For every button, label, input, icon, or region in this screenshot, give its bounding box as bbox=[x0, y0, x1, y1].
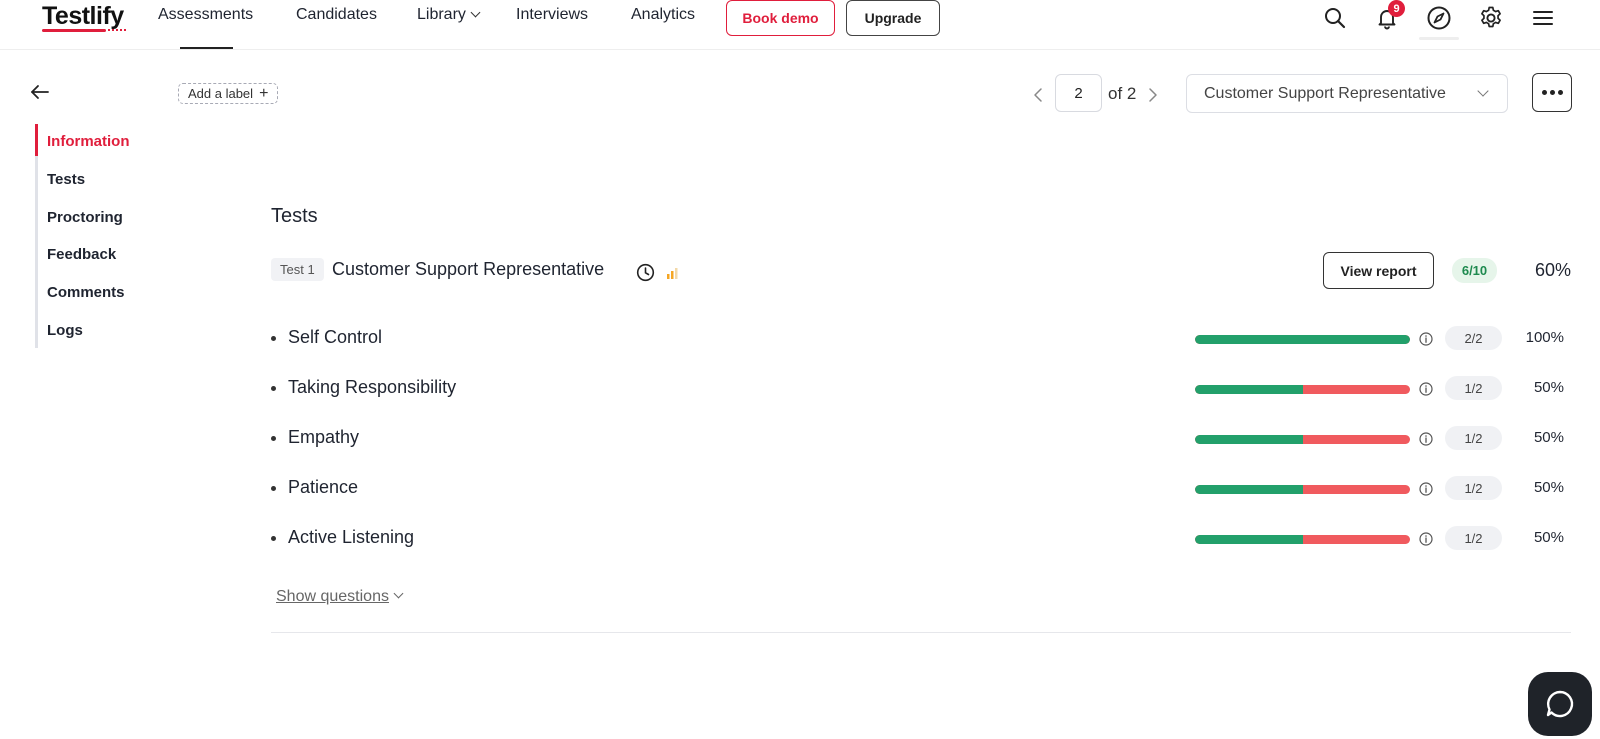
nav-analytics[interactable]: Analytics bbox=[631, 6, 695, 24]
tests-section-title: Tests bbox=[271, 205, 318, 227]
sidebar-item-logs[interactable]: Logs bbox=[47, 322, 83, 339]
assessment-select-dropdown[interactable]: Customer Support Representative bbox=[1186, 74, 1508, 113]
skill-score-bar bbox=[1195, 335, 1410, 344]
skill-percent: 50% bbox=[1533, 429, 1564, 446]
skill-row: Taking Responsibility 1/2 50% bbox=[271, 374, 1571, 404]
dot-icon bbox=[1541, 90, 1547, 95]
skill-score-bar bbox=[1195, 435, 1410, 444]
info-icon[interactable] bbox=[1419, 432, 1433, 446]
sidenav-track bbox=[35, 124, 38, 348]
skill-name: Taking Responsibility bbox=[288, 377, 457, 397]
info-icon[interactable] bbox=[1419, 532, 1433, 546]
clock-icon bbox=[636, 263, 655, 282]
section-divider bbox=[271, 632, 1571, 633]
back-arrow-icon[interactable] bbox=[28, 80, 52, 104]
skill-name: Active Listening bbox=[288, 527, 415, 547]
skill-percent: 100% bbox=[1525, 329, 1564, 346]
nav-candidates[interactable]: Candidates bbox=[296, 6, 377, 24]
info-icon[interactable] bbox=[1419, 382, 1433, 396]
pager-total-label: of 2 bbox=[1108, 84, 1137, 103]
skill-score-bar-fill bbox=[1195, 435, 1303, 444]
skill-score-bar-fill bbox=[1195, 535, 1303, 544]
book-demo-button[interactable]: Book demo bbox=[726, 0, 835, 36]
sidebar-item-information[interactable]: Information bbox=[47, 133, 130, 150]
add-label-button[interactable]: Add a label + bbox=[178, 83, 279, 104]
test-score-badge: 6/10 bbox=[1452, 258, 1497, 283]
skill-score-bar bbox=[1195, 485, 1410, 494]
nav-interviews[interactable]: Interviews bbox=[516, 6, 588, 24]
skill-score-bar-fill bbox=[1195, 385, 1303, 394]
skill-name: Self Control bbox=[288, 327, 383, 347]
chevron-down-icon bbox=[470, 7, 481, 18]
pager-next-button[interactable] bbox=[1145, 85, 1161, 105]
plus-icon: + bbox=[259, 84, 269, 102]
compass-active-indicator bbox=[1419, 37, 1459, 40]
nav-assessments[interactable]: Assessments bbox=[158, 6, 253, 24]
dot-icon bbox=[1549, 90, 1555, 95]
gear-icon[interactable] bbox=[1476, 3, 1506, 33]
nav-library[interactable]: Library bbox=[417, 6, 481, 24]
skill-score-bar bbox=[1195, 385, 1410, 394]
testlify-logo[interactable]: Testlify bbox=[42, 2, 124, 31]
skill-score-bar bbox=[1195, 535, 1410, 544]
skill-score-bar-fill bbox=[1195, 485, 1303, 494]
sidebar-item-tests[interactable]: Tests bbox=[47, 171, 85, 188]
info-icon[interactable] bbox=[1419, 482, 1433, 496]
skill-row: Empathy 1/2 50% bbox=[271, 424, 1571, 454]
info-icon[interactable] bbox=[1419, 332, 1433, 346]
support-chat-button[interactable] bbox=[1528, 672, 1592, 736]
top-navigation: Testlify Assessments Candidates Library … bbox=[0, 0, 1600, 50]
bullet-icon bbox=[271, 436, 276, 441]
sidenav-active-indicator bbox=[35, 124, 38, 156]
skill-score-bar-fill bbox=[1195, 335, 1410, 344]
compass-icon[interactable] bbox=[1424, 3, 1454, 33]
view-report-button[interactable]: View report bbox=[1323, 252, 1434, 289]
skill-percent: 50% bbox=[1533, 479, 1564, 496]
skill-fraction-badge: 1/2 bbox=[1445, 526, 1502, 550]
skill-percent: 50% bbox=[1533, 529, 1564, 546]
assessment-select-value: Customer Support Representative bbox=[1204, 84, 1446, 102]
pager-previous-button[interactable] bbox=[1030, 85, 1046, 105]
notification-count-badge: 9 bbox=[1388, 0, 1405, 17]
logo-dots bbox=[108, 29, 126, 32]
test-number-tag: Test 1 bbox=[271, 258, 324, 281]
sidebar-item-proctoring[interactable]: Proctoring bbox=[47, 209, 123, 226]
skill-row: Self Control 2/2 100% bbox=[271, 324, 1571, 354]
skill-name: Empathy bbox=[288, 427, 360, 447]
menu-icon[interactable] bbox=[1528, 3, 1558, 33]
skill-percent: 50% bbox=[1533, 379, 1564, 396]
more-options-button[interactable] bbox=[1532, 73, 1572, 112]
nav-library-label: Library bbox=[417, 6, 466, 23]
nav-active-indicator bbox=[180, 47, 233, 49]
chevron-down-icon bbox=[393, 588, 404, 599]
test-score-percent: 60% bbox=[1535, 260, 1572, 280]
skill-name: Patience bbox=[288, 477, 359, 497]
pager-page-input[interactable] bbox=[1055, 74, 1102, 112]
upgrade-button[interactable]: Upgrade bbox=[846, 0, 940, 36]
logo-underline bbox=[42, 29, 106, 32]
show-questions-label: Show questions bbox=[276, 588, 389, 605]
skill-fraction-badge: 2/2 bbox=[1445, 326, 1502, 350]
show-questions-toggle[interactable]: Show questions bbox=[276, 588, 404, 606]
dot-icon bbox=[1557, 90, 1563, 95]
sidebar-item-feedback[interactable]: Feedback bbox=[47, 246, 116, 263]
skill-fraction-badge: 1/2 bbox=[1445, 426, 1502, 450]
bullet-icon bbox=[271, 536, 276, 541]
skill-row: Patience 1/2 50% bbox=[271, 474, 1571, 504]
skill-row: Active Listening 1/2 50% bbox=[271, 524, 1571, 554]
skill-fraction-badge: 1/2 bbox=[1445, 476, 1502, 500]
chevron-down-icon bbox=[1477, 85, 1489, 97]
add-label-text: Add a label bbox=[188, 86, 254, 101]
test-name: Customer Support Representative bbox=[332, 259, 605, 279]
search-icon[interactable] bbox=[1320, 3, 1350, 33]
bullet-icon bbox=[271, 486, 276, 491]
skill-fraction-badge: 1/2 bbox=[1445, 376, 1502, 400]
bullet-icon bbox=[271, 336, 276, 341]
bullet-icon bbox=[271, 386, 276, 391]
sidebar-item-comments[interactable]: Comments bbox=[47, 284, 125, 301]
difficulty-bars-icon bbox=[666, 266, 678, 279]
